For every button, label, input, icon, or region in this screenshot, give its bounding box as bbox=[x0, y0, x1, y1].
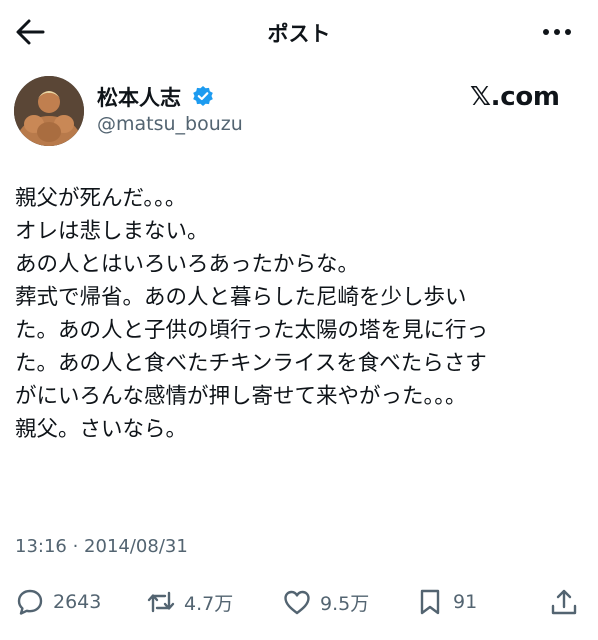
tweet-line: オレは悲しまない。 bbox=[15, 219, 209, 244]
repost-icon bbox=[147, 591, 175, 613]
more-options-icon[interactable] bbox=[540, 20, 574, 44]
tweet-line: た。あの人と子供の頃行った太陽の塔を見に行っ bbox=[15, 318, 489, 343]
tweet-line: 親父が死んだ。。。 bbox=[15, 186, 187, 211]
bookmark-count: 91 bbox=[453, 591, 478, 613]
user-handle[interactable]: @matsu_bouzu bbox=[97, 113, 243, 135]
reply-icon bbox=[17, 589, 43, 615]
heart-icon bbox=[284, 590, 310, 615]
bookmark-button[interactable]: 91 bbox=[415, 582, 477, 622]
like-count: 9.5万 bbox=[320, 592, 370, 615]
repost-count: 4.7万 bbox=[184, 592, 234, 615]
share-button[interactable] bbox=[549, 582, 579, 622]
tweet-text: 親父が死んだ。。。 オレは悲しまない。 あの人とはいろいろあったからな。 葬式で… bbox=[15, 182, 590, 446]
display-name[interactable]: 松本人志 bbox=[97, 82, 181, 112]
reply-button[interactable]: 2643 bbox=[15, 582, 101, 622]
action-bar: 2643 4.7万 9.5万 91 bbox=[0, 582, 598, 622]
timestamp[interactable]: 13:16 · 2014/08/31 bbox=[15, 536, 188, 557]
page-title: ポスト bbox=[267, 22, 331, 46]
tweet-line: 親父。さいなら。 bbox=[15, 417, 188, 442]
tweet-line: 葬式で帰省。あの人と暮らした尼崎を少し歩い bbox=[15, 285, 467, 310]
repost-button[interactable]: 4.7万 bbox=[146, 582, 233, 622]
tweet-line: あの人とはいろいろあったからな。 bbox=[15, 252, 360, 277]
like-button[interactable]: 9.5万 bbox=[282, 582, 369, 622]
tweet-line: がにいろんな感情が押し寄せて来やがった。。。 bbox=[15, 384, 467, 409]
share-icon bbox=[551, 589, 577, 615]
verified-badge-icon bbox=[193, 86, 213, 106]
top-bar: ポスト bbox=[0, 0, 598, 64]
x-com-source-label: 𝕏.com bbox=[470, 82, 560, 112]
reply-count: 2643 bbox=[53, 591, 102, 613]
avatar[interactable] bbox=[14, 76, 84, 146]
tweet-line: た。あの人と食べたチキンライスを食べたらさす bbox=[15, 351, 487, 376]
bookmark-icon bbox=[420, 589, 440, 615]
